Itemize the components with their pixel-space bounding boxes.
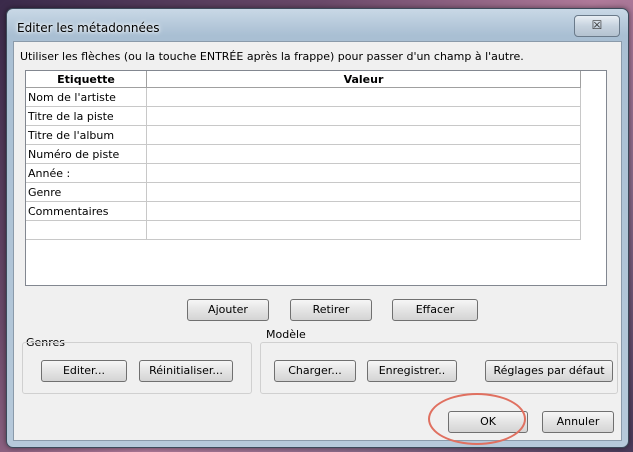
model-group-label: Modèle (266, 328, 306, 341)
column-header-label[interactable]: Etiquette (26, 71, 147, 88)
metadata-grid: Etiquette Valeur Nom de l'artiste Titre … (26, 71, 581, 240)
row-label[interactable]: Nom de l'artiste (26, 87, 147, 107)
row-label[interactable]: Numéro de piste (26, 144, 147, 164)
row-label[interactable]: Titre de la piste (26, 106, 147, 126)
table-row[interactable]: Nom de l'artiste (26, 87, 581, 107)
row-label[interactable]: Commentaires (26, 201, 147, 221)
column-header-value[interactable]: Valeur (146, 71, 581, 88)
row-value[interactable] (146, 106, 581, 126)
row-value[interactable] (146, 144, 581, 164)
row-label[interactable]: Genre (26, 182, 147, 202)
close-button[interactable]: ☒ (574, 15, 620, 37)
load-model-button[interactable]: Charger... (274, 360, 356, 382)
row-value[interactable] (146, 163, 581, 183)
row-value[interactable] (146, 125, 581, 145)
dialog-window: Editer les métadonnées ☒ Utiliser les fl… (6, 8, 629, 448)
clear-button[interactable]: Effacer (392, 299, 478, 321)
row-value[interactable] (146, 220, 581, 240)
metadata-table[interactable]: Etiquette Valeur Nom de l'artiste Titre … (25, 70, 607, 286)
window-title: Editer les métadonnées (17, 21, 160, 35)
instruction-text: Utiliser les flèches (ou la touche ENTRÉ… (20, 50, 524, 63)
table-row[interactable] (26, 220, 581, 240)
row-value[interactable] (146, 201, 581, 221)
title-bar[interactable]: Editer les métadonnées ☒ (7, 9, 628, 37)
table-row[interactable]: Commentaires (26, 201, 581, 221)
reset-genres-button[interactable]: Réinitialiser... (139, 360, 233, 382)
table-row[interactable]: Numéro de piste (26, 144, 581, 164)
row-value[interactable] (146, 182, 581, 202)
save-model-button[interactable]: Enregistrer.. (367, 360, 457, 382)
ok-highlight-annotation (428, 393, 526, 445)
edit-genres-button[interactable]: Editer... (41, 360, 127, 382)
table-header-row: Etiquette Valeur (26, 71, 581, 88)
close-icon: ☒ (591, 18, 603, 32)
row-label[interactable] (26, 220, 147, 240)
row-label[interactable]: Année : (26, 163, 147, 183)
default-settings-button[interactable]: Réglages par défaut (485, 360, 613, 382)
dialog-client-area: Utiliser les flèches (ou la touche ENTRÉ… (13, 41, 622, 441)
table-row[interactable]: Titre de la piste (26, 106, 581, 126)
remove-button[interactable]: Retirer (290, 299, 372, 321)
table-row[interactable]: Genre (26, 182, 581, 202)
row-label[interactable]: Titre de l'album (26, 125, 147, 145)
row-value[interactable] (146, 87, 581, 107)
add-button[interactable]: Ajouter (187, 299, 269, 321)
cancel-button[interactable]: Annuler (542, 411, 614, 433)
table-row[interactable]: Titre de l'album (26, 125, 581, 145)
table-row[interactable]: Année : (26, 163, 581, 183)
